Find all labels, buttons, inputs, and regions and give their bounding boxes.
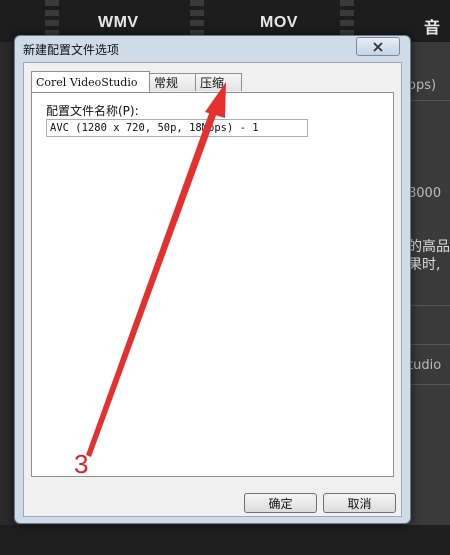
tab-general[interactable]: 常规 (149, 73, 196, 91)
divider (408, 100, 450, 101)
divider (408, 384, 450, 385)
close-button[interactable] (356, 37, 400, 56)
tab-corel-videostudio[interactable]: Corel VideoStudio (31, 71, 150, 92)
dialog-titlebar[interactable]: 新建配置文件选项 (15, 36, 410, 62)
profile-name-field[interactable]: AVC (1280 x 720, 50p, 18Mbps) - 1 (46, 119, 308, 137)
profile-name-label: 配置文件名称(P): (46, 104, 139, 118)
background-footer (0, 525, 450, 555)
background-settings-panel (408, 42, 450, 555)
divider (408, 305, 450, 306)
bg-row-text: 8000 (408, 186, 442, 201)
dialog-title: 新建配置文件选项 (23, 43, 120, 57)
tab-compression[interactable]: 压缩 (195, 73, 242, 91)
bg-tab-wmv[interactable]: WMV (98, 14, 139, 32)
bg-row-text: tudio (408, 358, 442, 373)
annotation-number: 3 (74, 449, 89, 479)
bg-row-text: ops) (408, 78, 437, 93)
ok-button[interactable]: 确定 (244, 493, 317, 513)
bg-tab-mov[interactable]: MOV (260, 14, 298, 32)
divider (408, 344, 450, 345)
close-icon (373, 41, 383, 52)
bg-row-text: 果时, (408, 257, 441, 273)
cancel-button[interactable]: 取消 (323, 493, 396, 513)
tab-panel: 配置文件名称(P): AVC (1280 x 720, 50p, 18Mbps)… (31, 92, 394, 477)
bg-row-text: 的高品 (408, 239, 450, 255)
